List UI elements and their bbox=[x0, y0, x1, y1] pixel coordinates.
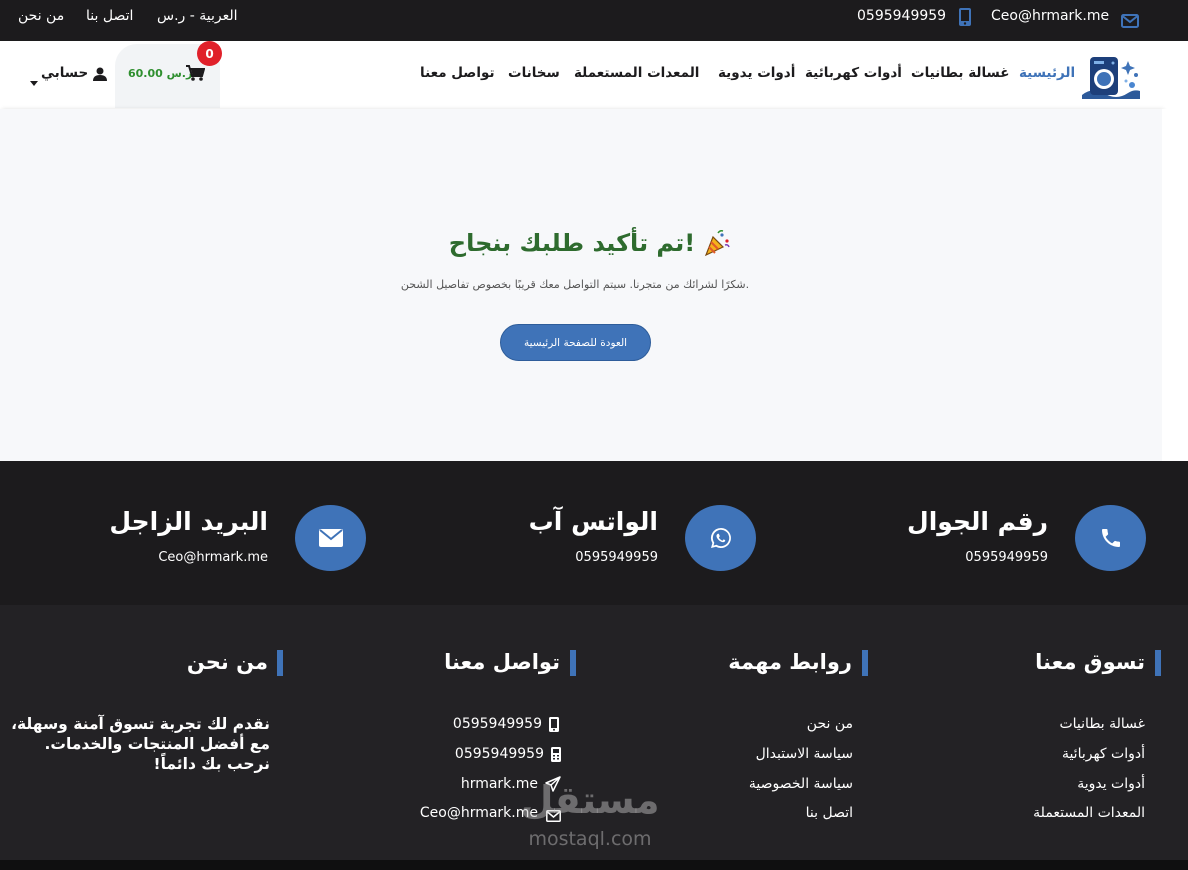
back-to-home-label: العودة للصفحة الرئيسية bbox=[523, 336, 628, 349]
whatsapp-title: الواتس آب bbox=[528, 507, 658, 536]
heading-accent-bar bbox=[277, 650, 283, 676]
footer-link-used-equipment[interactable]: المعدات المستعملة bbox=[960, 805, 1145, 821]
top-bar: من نحن اتصل بنا العربية - ر.س 0595949959… bbox=[0, 0, 1188, 41]
footer-heading-about: من نحن bbox=[186, 650, 268, 674]
whatsapp-circle[interactable] bbox=[685, 505, 756, 571]
footer-contact-phone[interactable]: 0595949959 bbox=[380, 746, 544, 762]
nav-item-home[interactable]: الرئيسية bbox=[1019, 65, 1075, 81]
footer-link-blanket-washer[interactable]: غسالة بطانيات bbox=[960, 716, 1145, 732]
nav-item-heaters[interactable]: سخانات bbox=[508, 65, 560, 81]
heading-accent-bar bbox=[1155, 650, 1161, 676]
language-currency-selector[interactable]: العربية - ر.س bbox=[157, 0, 238, 32]
footer-heading-important-links: روابط مهمة bbox=[728, 650, 852, 674]
mostaql-watermark-arabic: مستقل bbox=[520, 778, 660, 822]
back-to-home-button[interactable]: العودة للصفحة الرئيسية bbox=[500, 324, 651, 361]
phone-icon bbox=[1101, 529, 1120, 547]
account-menu[interactable]: حسابي bbox=[30, 65, 110, 86]
party-popper-icon bbox=[703, 229, 731, 257]
topbar-link-about[interactable]: من نحن bbox=[18, 0, 64, 32]
footer-contact-mobile[interactable]: 0595949959 bbox=[380, 716, 542, 732]
envelope-icon bbox=[318, 529, 343, 547]
confirmation-title: تم تأكيد طلبك بنجاح! bbox=[448, 229, 696, 257]
heading-accent-bar bbox=[570, 650, 576, 676]
mail-title: البريد الزاجل bbox=[109, 507, 268, 536]
footer-bottom-bar bbox=[0, 860, 1188, 870]
mostaql-watermark-latin: mostaql.com bbox=[528, 828, 652, 850]
footer-about-text: نقدم لك تجربة تسوق آمنة وسهلة، مع أفضل ا… bbox=[11, 715, 270, 773]
page-gutter bbox=[1162, 109, 1188, 461]
footer-link-electrical-tools[interactable]: أدوات كهربائية bbox=[960, 746, 1145, 762]
heading-accent-bar bbox=[862, 650, 868, 676]
cart-total: 60.00 ر.س bbox=[128, 67, 193, 80]
chevron-down-icon bbox=[30, 71, 38, 90]
nav-item-used-equipment[interactable]: المعدات المستعملة bbox=[574, 65, 699, 81]
mobile-icon bbox=[549, 717, 559, 736]
shopping-cart-icon bbox=[186, 65, 206, 85]
phone-value[interactable]: 0595949959 bbox=[900, 550, 1048, 565]
footer-link-privacy-policy[interactable]: سياسة الخصوصية bbox=[680, 776, 853, 792]
topbar-phone[interactable]: 0595949959 bbox=[857, 0, 946, 32]
footer-link-hand-tools[interactable]: أدوات يدوية bbox=[960, 776, 1145, 792]
footer-link-exchange-policy[interactable]: سياسة الاستبدال bbox=[680, 746, 853, 762]
footer-link-about[interactable]: من نحن bbox=[680, 716, 853, 732]
footer-link-contact[interactable]: اتصل بنا bbox=[680, 805, 853, 821]
confirmation-heading: تم تأكيد طلبك بنجاح! bbox=[380, 226, 800, 260]
mail-value[interactable]: Ceo@hrmark.me bbox=[100, 550, 268, 565]
topbar-email[interactable]: Ceo@hrmark.me bbox=[991, 0, 1109, 32]
cart-count-badge: 0 bbox=[197, 41, 222, 66]
whatsapp-icon bbox=[710, 528, 731, 548]
user-icon bbox=[93, 66, 107, 85]
whatsapp-value[interactable]: 0595949959 bbox=[510, 550, 658, 565]
confirmation-message: شكرًا لشرائك من متجرنا. سيتم التواصل معك… bbox=[400, 278, 750, 291]
topbar-link-contact[interactable]: اتصل بنا bbox=[86, 0, 133, 32]
footer-heading-shop: تسوق معنا bbox=[1035, 650, 1145, 674]
envelope-icon bbox=[1121, 8, 1139, 28]
mail-circle[interactable] bbox=[295, 505, 366, 571]
nav-item-electrical-tools[interactable]: أدوات كهربائية bbox=[805, 65, 902, 81]
mobile-icon bbox=[958, 6, 972, 26]
washing-machine-logo-icon bbox=[1082, 57, 1140, 99]
site-logo[interactable] bbox=[1080, 51, 1144, 103]
cart-count: 0 bbox=[205, 46, 214, 61]
account-label: حسابي bbox=[41, 65, 89, 81]
footer-heading-contact: تواصل معنا bbox=[444, 650, 560, 674]
phone-title: رقم الجوال bbox=[907, 507, 1048, 536]
phone-circle[interactable] bbox=[1075, 505, 1146, 571]
nav-item-hand-tools[interactable]: أدوات يدوية bbox=[718, 65, 795, 81]
nav-item-blanket-washer[interactable]: غسالة بطانيات bbox=[911, 65, 1010, 81]
nav-item-contact-us[interactable]: تواصل معنا bbox=[420, 65, 495, 81]
phone-device-icon bbox=[551, 747, 561, 766]
